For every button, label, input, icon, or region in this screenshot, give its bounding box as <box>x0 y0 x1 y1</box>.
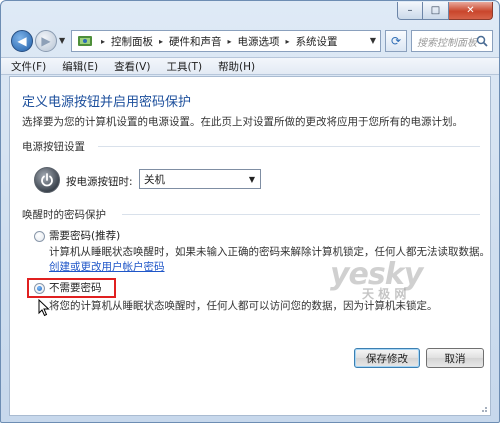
selected-value: 关机 <box>144 173 165 186</box>
breadcrumb-separator[interactable]: ▸ <box>224 37 236 46</box>
forward-button[interactable]: ▶ <box>35 30 57 52</box>
address-dropdown-icon[interactable]: ▼ <box>370 36 376 45</box>
require-password-label[interactable]: 需要密码(推荐) <box>49 228 120 243</box>
arrow-left-icon: ◀ <box>17 34 27 48</box>
page-description: 选择要为您的计算机设置的电源设置。在此页上对设置所做的更改将应用于您所有的电源计… <box>22 116 463 128</box>
refresh-button[interactable]: ⟳ <box>385 30 407 52</box>
resize-grip-icon[interactable] <box>478 403 488 413</box>
divider <box>98 146 480 147</box>
navigation-bar: ◀ ▶ ▼ ▸ 控制面板 ▸ 硬件和声音 ▸ 电源选项 ▸ 系统设置 ▼ ⟳ 搜… <box>1 27 499 57</box>
control-panel-window: – □ ✕ ◀ ▶ ▼ ▸ 控制面板 ▸ 硬件和声音 ▸ 电源选项 ▸ 系统设置… <box>0 0 500 423</box>
recent-pages-dropdown[interactable]: ▼ <box>59 36 65 45</box>
mouse-pointer-icon <box>38 299 50 317</box>
menu-bar: 文件(F) 编辑(E) 查看(V) 工具(T) 帮助(H) <box>1 57 499 75</box>
breadcrumb-separator[interactable]: ▸ <box>282 37 294 46</box>
no-password-label[interactable]: 不需要密码 <box>49 280 102 295</box>
back-button[interactable]: ◀ <box>11 30 33 52</box>
breadcrumb-power-options[interactable]: 电源选项 <box>236 34 282 49</box>
breadcrumb-system-settings[interactable]: 系统设置 <box>294 34 340 49</box>
close-button[interactable]: ✕ <box>449 2 493 20</box>
search-icon[interactable] <box>476 35 488 47</box>
address-bar[interactable]: ▸ 控制面板 ▸ 硬件和声音 ▸ 电源选项 ▸ 系统设置 ▼ <box>71 30 381 52</box>
power-icon <box>34 167 60 193</box>
minimize-button[interactable]: – <box>397 2 423 20</box>
breadcrumb-separator[interactable]: ▸ <box>155 37 167 46</box>
control-panel-icon <box>77 34 93 48</box>
create-change-password-link[interactable]: 创建或更改用户帐户密码 <box>49 259 165 274</box>
cancel-button[interactable]: 取消 <box>426 348 484 368</box>
power-button-label: 按电源按钮时: <box>66 176 133 188</box>
power-button-action-select[interactable]: 关机 ▼ <box>139 169 261 189</box>
search-input[interactable]: 搜索控制面板 <box>411 30 493 52</box>
require-password-description: 计算机从睡眠状态唤醒时，如果未输入正确的密码来解除计算机锁定，任何人都无法读取数… <box>49 246 490 258</box>
title-bar[interactable]: – □ ✕ <box>1 1 499 25</box>
no-password-radio[interactable] <box>34 283 45 294</box>
page-title: 定义电源按钮并启用密码保护 <box>22 95 192 110</box>
menu-view[interactable]: 查看(V) <box>114 59 150 74</box>
content-pane: 定义电源按钮并启用密码保护 选择要为您的计算机设置的电源设置。在此页上对设置所做… <box>9 76 491 416</box>
search-placeholder: 搜索控制面板 <box>417 37 477 49</box>
caption-buttons: – □ ✕ <box>397 2 493 20</box>
wake-password-section-title: 唤醒时的密码保护 <box>22 209 106 221</box>
menu-file[interactable]: 文件(F) <box>11 59 46 74</box>
chevron-down-icon: ▼ <box>248 175 255 184</box>
save-changes-button[interactable]: 保存修改 <box>354 348 420 368</box>
breadcrumb-control-panel[interactable]: 控制面板 <box>109 34 155 49</box>
require-password-radio[interactable] <box>34 231 45 242</box>
refresh-icon: ⟳ <box>390 34 402 48</box>
breadcrumb-hardware-sound[interactable]: 硬件和声音 <box>167 34 224 49</box>
power-button-section-title: 电源按钮设置 <box>22 141 85 153</box>
maximize-button[interactable]: □ <box>423 2 449 20</box>
menu-tools[interactable]: 工具(T) <box>166 59 202 74</box>
divider <box>122 214 480 215</box>
breadcrumb-separator[interactable]: ▸ <box>97 37 109 46</box>
menu-edit[interactable]: 编辑(E) <box>62 59 98 74</box>
arrow-right-icon: ▶ <box>41 34 51 48</box>
yesky-watermark-subtitle: 天 极 网 <box>362 287 407 301</box>
menu-help[interactable]: 帮助(H) <box>218 59 255 74</box>
